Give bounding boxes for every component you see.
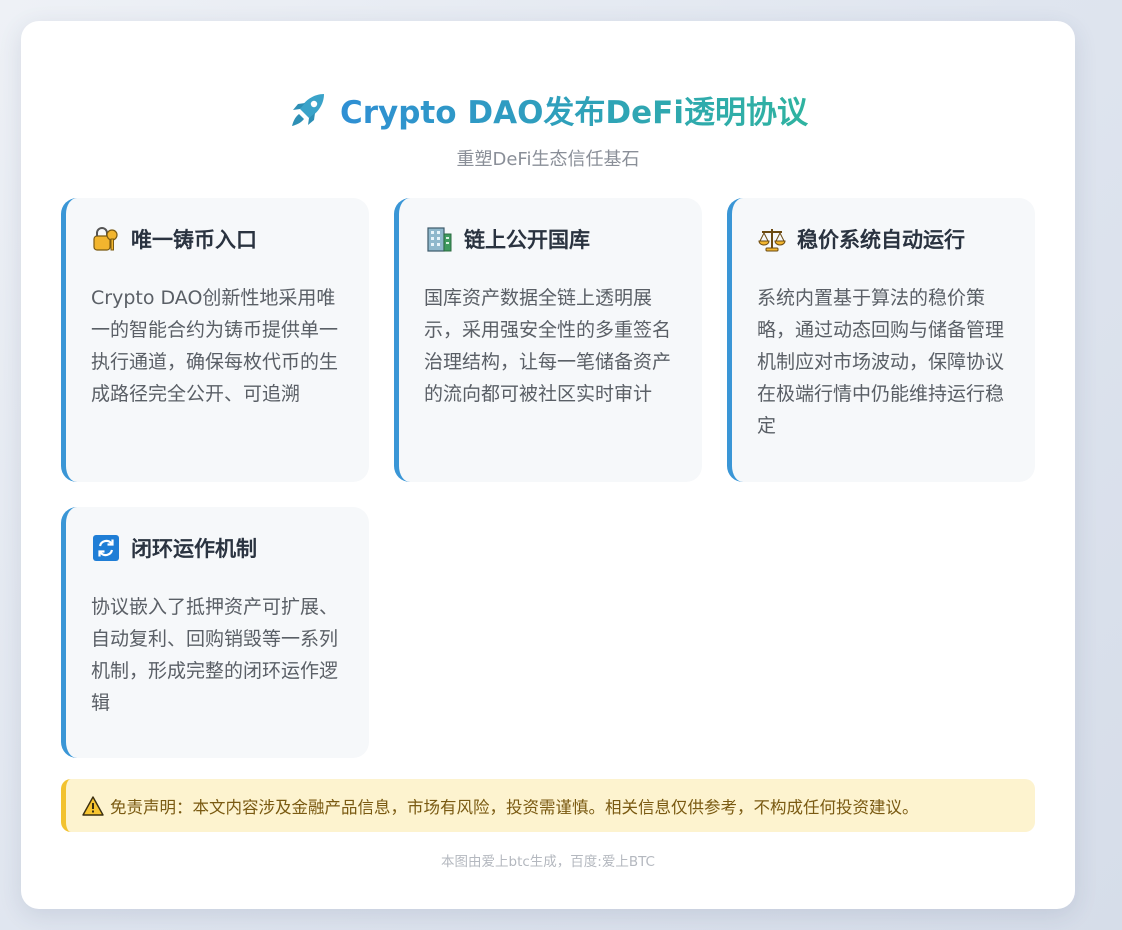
feature-card-stability: 稳价系统自动运行 系统内置基于算法的稳价策略，通过动态回购与储备管理机制应对市场… [727,198,1035,482]
building-icon [427,227,452,252]
feature-card-minting: 唯一铸币入口 Crypto DAO创新性地采用唯一的智能合约为铸币提供单一执行通… [61,198,369,482]
footer-credit: 本图由爱上btc生成，百度:爱上BTC [441,854,655,870]
page-title: Crypto DAO发布DeFi透明协议 [340,87,808,132]
cycle-arrows-icon [93,535,119,561]
feature-title: 唯一铸币入口 [131,228,257,252]
feature-title: 链上公开国库 [464,228,590,252]
feature-title-row: 链上公开国库 [424,224,686,254]
feature-text: Crypto DAO创新性地采用唯一的智能合约为铸币提供单一执行通道，确保每枚代… [91,287,339,405]
rocket-icon [292,93,324,126]
feature-title-row: 唯一铸币入口 [91,224,353,254]
balance-scale-icon [758,229,786,252]
feature-card-loop: 闭环运作机制 协议嵌入了抵押资产可扩展、自动复利、回购销毁等一系列机制，形成完整… [61,507,369,758]
warning-icon [82,795,104,816]
title-row: Crypto DAO发布DeFi透明协议 [21,87,1075,132]
feature-title-row: 稳价系统自动运行 [757,224,1019,254]
feature-title-row: 闭环运作机制 [91,533,353,563]
page-subtitle: 重塑DeFi生态信任基石 [456,149,640,170]
feature-title: 稳价系统自动运行 [797,228,965,252]
disclaimer-text: 免责声明：本文内容涉及金融产品信息，市场有风险，投资需谨慎。相关信息仅供参考，不… [110,797,919,817]
feature-text: 系统内置基于算法的稳价策略，通过动态回购与储备管理机制应对市场波动，保障协议在极… [757,287,1005,437]
main-card: Crypto DAO发布DeFi透明协议 重塑DeFi生态信任基石 唯一铸币入口… [21,21,1075,909]
feature-title: 闭环运作机制 [131,537,257,561]
feature-text: 协议嵌入了抵押资产可扩展、自动复利、回购销毁等一系列机制，形成完整的闭环运作逻辑 [91,596,339,714]
lock-key-icon [93,227,118,251]
feature-text: 国库资产数据全链上透明展示，采用强安全性的多重签名治理结构，让每一笔储备资产的流… [424,287,672,405]
feature-card-treasury: 链上公开国库 国库资产数据全链上透明展示，采用强安全性的多重签名治理结构，让每一… [394,198,702,482]
disclaimer-banner: 免责声明：本文内容涉及金融产品信息，市场有风险，投资需谨慎。相关信息仅供参考，不… [61,779,1035,832]
